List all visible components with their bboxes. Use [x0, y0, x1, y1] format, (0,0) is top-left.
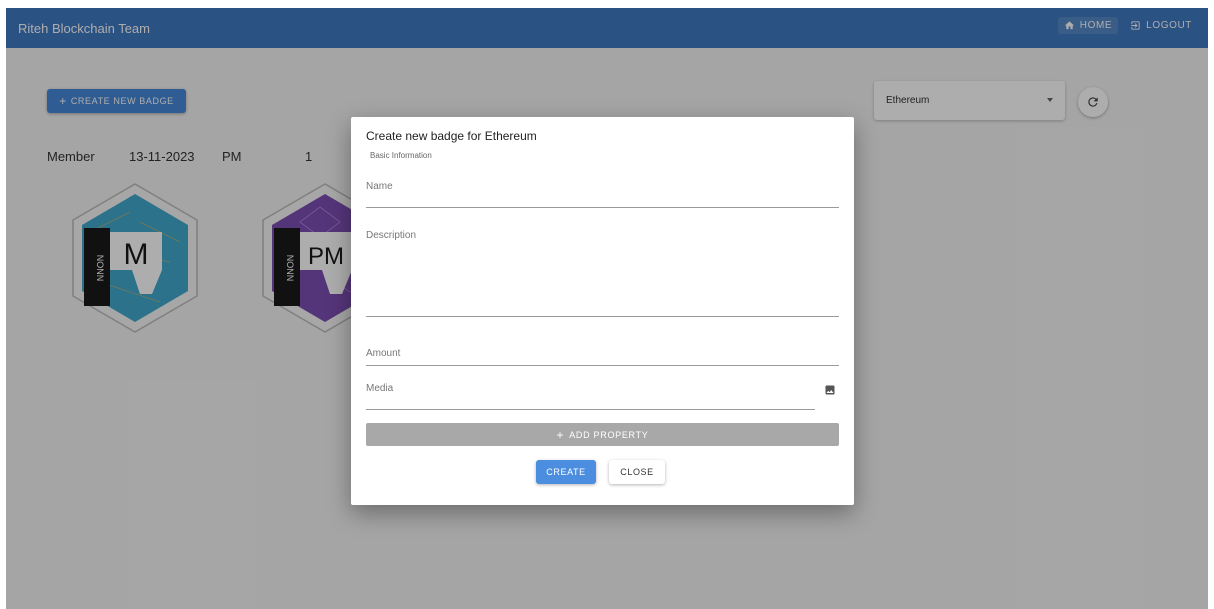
- close-button[interactable]: CLOSE: [609, 460, 665, 484]
- amount-field-label: Amount: [366, 348, 401, 359]
- create-button[interactable]: CREATE: [536, 460, 596, 484]
- dialog-title: Create new badge for Ethereum: [366, 129, 537, 143]
- add-property-label: ADD PROPERTY: [569, 429, 649, 440]
- app-frame: Riteh Blockchain Team HOME LOGOUT + CREA…: [6, 8, 1208, 609]
- dialog-section-label: Basic Information: [370, 151, 432, 160]
- description-field[interactable]: Description: [366, 230, 839, 317]
- description-field-label: Description: [366, 230, 417, 241]
- image-icon[interactable]: [824, 384, 836, 396]
- add-property-button[interactable]: + ADD PROPERTY: [366, 423, 839, 446]
- plus-icon: +: [556, 427, 565, 442]
- amount-field[interactable]: Amount: [366, 339, 839, 366]
- create-badge-dialog: Create new badge for Ethereum Basic Info…: [351, 117, 854, 505]
- name-field-label: Name: [366, 181, 393, 192]
- media-field-label: Media: [366, 383, 394, 394]
- name-field[interactable]: Name: [366, 179, 839, 208]
- media-field[interactable]: Media: [366, 383, 815, 410]
